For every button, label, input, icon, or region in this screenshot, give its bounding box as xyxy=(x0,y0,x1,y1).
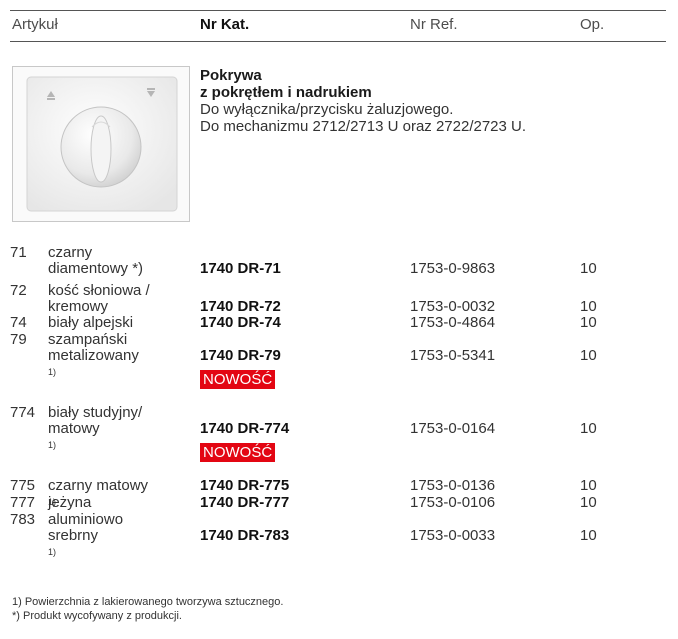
row-pack-qty: 10 xyxy=(580,494,597,511)
row-catalog-number: 1740 DR-783 xyxy=(200,527,290,544)
row-number: 774 xyxy=(10,404,36,421)
row-name: aluminiowo srebrny 1) xyxy=(48,512,198,560)
header-rule-top xyxy=(10,10,666,11)
product-description: Pokrywa z pokrętłem i nadrukiem Do wyłąc… xyxy=(200,67,526,135)
row-number: 72 xyxy=(10,282,27,299)
row-name-line2: matowy xyxy=(48,420,100,437)
row-name: szampański metalizowany 1) xyxy=(48,332,198,380)
product-image xyxy=(12,66,190,222)
row-number: 74 xyxy=(10,314,27,331)
row-name: biały studyjny/ matowy 1) xyxy=(48,405,198,453)
row-catalog-number: 1740 DR-79 xyxy=(200,347,281,364)
row-name: jeżyna xyxy=(48,495,198,511)
row-reference-number: 1753-0-4864 xyxy=(410,314,496,331)
row-name-line1: biały alpejski xyxy=(48,314,134,331)
row-reference-number: 1753-0-0032 xyxy=(410,298,496,315)
row-catalog-number: 1740 DR-74 xyxy=(200,314,281,331)
row-name-line1: kość słoniowa / xyxy=(48,282,150,299)
row-name-line1: czarny matowy xyxy=(48,477,149,494)
row-footnote-marker: 1) xyxy=(48,367,57,377)
row-reference-number: 1753-0-5341 xyxy=(410,347,496,364)
row-number: 777 xyxy=(10,494,36,511)
row-catalog-number: 1740 DR-777 xyxy=(200,494,290,511)
product-title-line2: z pokrętłem i nadrukiem xyxy=(200,84,372,101)
header-artykul: Artykuł xyxy=(12,16,58,33)
row-catalog-number: 1740 DR-775 xyxy=(200,477,290,494)
row-footnote-marker: 1) xyxy=(48,440,57,450)
product-title-line1: Pokrywa xyxy=(200,67,262,84)
footnotes: 1) Powierzchnia z lakierowanego tworzywa… xyxy=(12,595,283,623)
table-header: Artykuł Nr Kat. Nr Ref. Op. xyxy=(0,0,678,42)
row-number: 783 xyxy=(10,511,36,528)
row-number: 71 xyxy=(10,244,27,261)
row-name-line1: biały studyjny/ xyxy=(48,404,143,421)
row-catalog-number: 1740 DR-71 xyxy=(200,260,281,277)
product-desc-line2: Do mechanizmu 2712/2713 U oraz 2722/2723… xyxy=(200,118,527,135)
row-pack-qty: 10 xyxy=(580,314,597,331)
row-name-line2: diamentowy *) xyxy=(48,260,144,277)
row-name: kość słoniowa / kremowy xyxy=(48,283,198,315)
row-reference-number: 1753-0-0164 xyxy=(410,420,496,437)
header-op: Op. xyxy=(580,16,605,33)
row-pack-qty: 10 xyxy=(580,477,597,494)
row-catalog-number: 1740 DR-72 xyxy=(200,298,281,315)
row-pack-qty: 10 xyxy=(580,527,597,544)
row-name-line1: jeżyna xyxy=(48,494,92,511)
row-name-line2: srebrny xyxy=(48,527,99,544)
row-name-line1: aluminiowo xyxy=(48,511,124,528)
row-name: czarny diamentowy *) xyxy=(48,245,198,277)
row-reference-number: 1753-0-0033 xyxy=(410,527,496,544)
row-name: biały alpejski xyxy=(48,315,198,331)
row-pack-qty: 10 xyxy=(580,347,597,364)
header-nr-kat: Nr Kat. xyxy=(200,16,250,33)
row-name-line2: metalizowany xyxy=(48,347,139,364)
row-reference-number: 1753-0-0106 xyxy=(410,494,496,511)
row-reference-number: 1753-0-0136 xyxy=(410,477,496,494)
product-desc-line1: Do wyłącznika/przycisku żaluzjowego. xyxy=(200,101,454,118)
new-badge: NOWOŚĆ xyxy=(200,370,276,389)
header-rule-bottom xyxy=(10,41,666,42)
row-pack-qty: 10 xyxy=(580,260,597,277)
row-number: 79 xyxy=(10,331,27,348)
row-name-line1: czarny xyxy=(48,244,93,261)
row-pack-qty: 10 xyxy=(580,298,597,315)
row-pack-qty: 10 xyxy=(580,420,597,437)
row-number: 775 xyxy=(10,477,36,494)
row-reference-number: 1753-0-9863 xyxy=(410,260,496,277)
row-catalog-number: 1740 DR-774 xyxy=(200,420,290,437)
footnote-2: *) Produkt wycofywany z produkcji. xyxy=(12,610,182,622)
header-nr-ref: Nr Ref. xyxy=(410,16,458,33)
footnote-1: 1) Powierzchnia z lakierowanego tworzywa… xyxy=(12,596,284,608)
row-footnote-marker: 1) xyxy=(48,547,57,557)
row-name-line1: szampański xyxy=(48,331,128,348)
row-name-line2: kremowy xyxy=(48,298,109,315)
new-badge: NOWOŚĆ xyxy=(200,443,276,462)
